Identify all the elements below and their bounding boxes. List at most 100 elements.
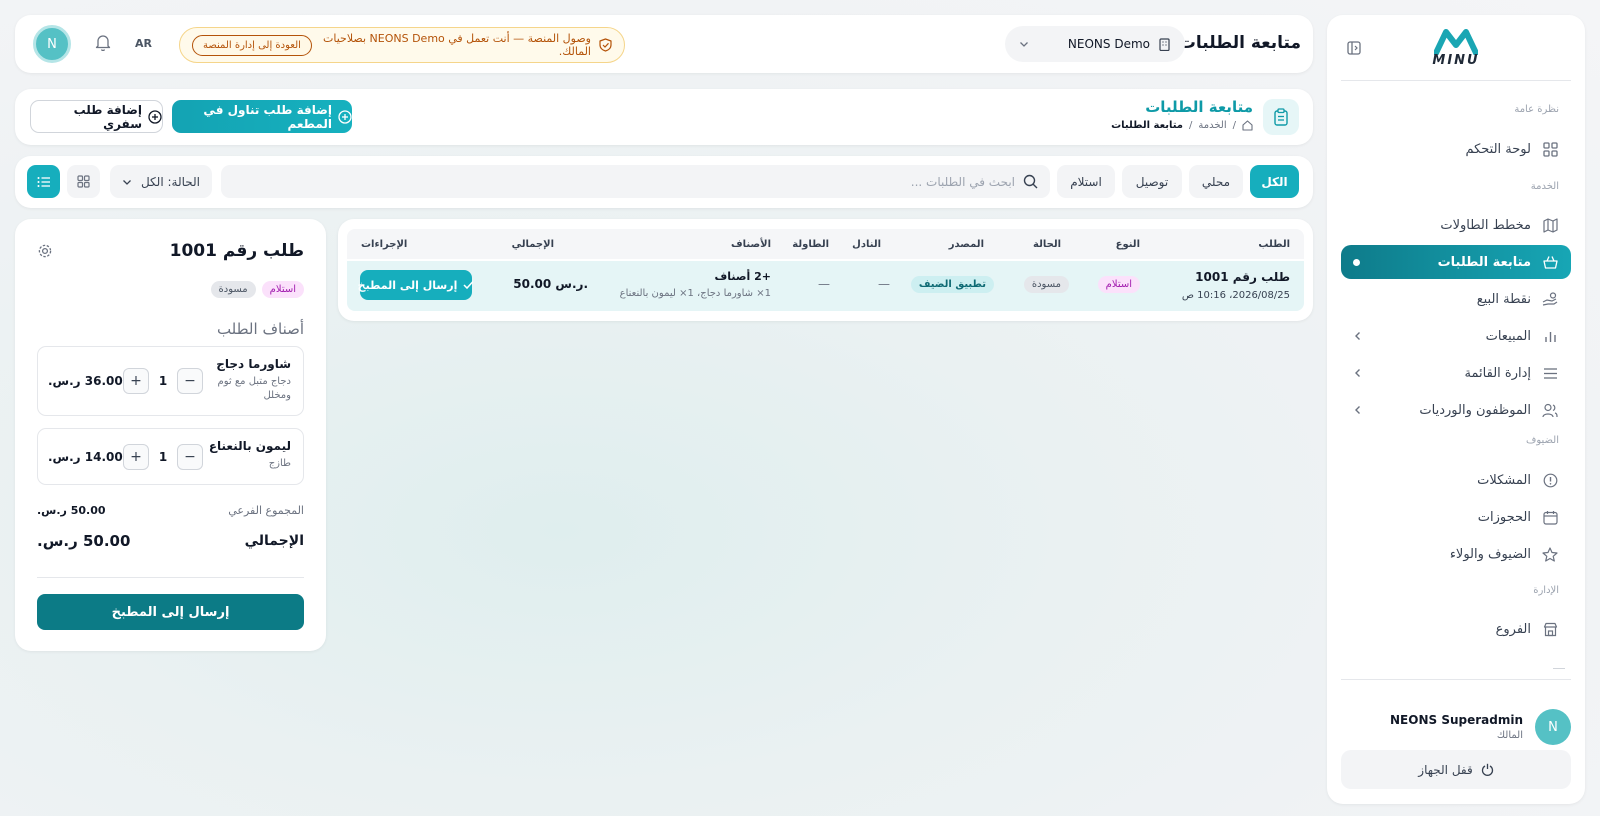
back-to-platform-button[interactable]: العودة إلى إدارة المنصة xyxy=(192,34,312,56)
subtotal-label: المجموع الفرعي xyxy=(228,504,304,517)
store-icon xyxy=(1541,620,1559,638)
sidebar-item-staff-shifts[interactable]: الموظفون والورديات xyxy=(1341,393,1571,427)
increase-quantity-button[interactable]: + xyxy=(123,368,149,394)
sidebar-item-pos[interactable]: نقطة البيع xyxy=(1341,282,1571,316)
type-badge: استلام xyxy=(1097,276,1140,293)
lock-device-button[interactable]: قفل الجهاز xyxy=(1341,750,1571,789)
sidebar-item-label: الحجوزات xyxy=(1477,509,1531,525)
sidebar-item-dashboard[interactable]: لوحة التحكم xyxy=(1341,132,1571,166)
column-header-actions: الإجراءات xyxy=(361,239,408,250)
sidebar-item-issues[interactable]: المشكلات xyxy=(1341,463,1571,497)
item-description: طازج xyxy=(268,458,291,469)
subtotal-row: المجموع الفرعي 50.00 ر.س. xyxy=(37,504,304,517)
sidebar-item-label: الضيوف والولاء xyxy=(1449,546,1531,562)
total-row: الإجمالي 50.00 ر.س. xyxy=(37,532,304,550)
tab-local[interactable]: محلي xyxy=(1189,165,1243,198)
breadcrumb-service[interactable]: الخدمة xyxy=(1198,120,1226,131)
order-number: طلب رقم 1001 xyxy=(1195,270,1290,284)
column-header-type: النوع xyxy=(1115,239,1140,250)
item-description: دجاج متبل مع ثوم ومخلل xyxy=(217,376,291,401)
lock-device-label: قفل الجهاز xyxy=(1418,762,1473,777)
items-count: +2 أصناف xyxy=(714,270,771,283)
tab-pickup[interactable]: استلام xyxy=(1057,165,1115,198)
section-title: متابعة الطلبات xyxy=(1145,98,1253,116)
sidebar-item-reservations[interactable]: الحجوزات xyxy=(1341,500,1571,534)
top-bar: متابعة الطلبات NEONS Demo وصول المنصة — … xyxy=(15,15,1313,73)
order-detail-panel: طلب رقم 1001 استلام مسودة أصناف الطلب شا… xyxy=(15,219,326,651)
send-to-kitchen-button[interactable]: إرسال إلى المطبخ xyxy=(37,594,304,630)
logo-text: MINU xyxy=(1432,53,1480,68)
order-items-heading: أصناف الطلب xyxy=(216,320,304,338)
section-guests: الضيوف xyxy=(1525,435,1559,446)
chevron-left-icon xyxy=(1353,331,1363,341)
sidebar-item-label: الموظفون والورديات xyxy=(1419,402,1531,418)
avatar[interactable]: N xyxy=(33,25,71,63)
divider xyxy=(1341,679,1571,680)
column-header-table: الطاولة xyxy=(792,239,829,250)
sidebar-item-menu-management[interactable]: إدارة القائمة xyxy=(1341,356,1571,390)
filter-bar: الكل محلي توصيل استلام ابحث في الطلبات .… xyxy=(15,156,1313,208)
grid-view-button[interactable] xyxy=(67,165,100,198)
platform-access-banner: وصول المنصة — أنت تعمل في NEONS Demo بصل… xyxy=(179,27,625,63)
tab-delivery[interactable]: توصيل xyxy=(1122,165,1182,198)
shield-check-icon xyxy=(599,38,612,52)
clipboard-icon xyxy=(1263,99,1299,135)
add-takeaway-order-button[interactable]: إضافة طلب سفري xyxy=(30,100,163,133)
alert-icon xyxy=(1541,471,1559,489)
breadcrumb-separator: / xyxy=(1232,120,1236,131)
home-icon[interactable] xyxy=(1242,120,1253,131)
order-datetime: 2026/08/25، 10:16 ص xyxy=(1181,290,1290,301)
send-to-kitchen-button[interactable]: إرسال إلى المطبخ xyxy=(358,270,474,300)
column-header-source: المصدر xyxy=(948,239,984,250)
decrease-quantity-button[interactable]: − xyxy=(177,443,203,470)
branch-selector[interactable]: NEONS Demo xyxy=(1005,26,1185,62)
sidebar-item-label: المشكلات xyxy=(1477,472,1531,488)
breadcrumb-current: متابعة الطلبات xyxy=(1111,120,1183,131)
search-input[interactable]: ابحث في الطلبات ... xyxy=(221,165,1050,198)
page-title: متابعة الطلبات xyxy=(1178,33,1301,53)
row-actions: إرسال إلى المطبخ xyxy=(358,270,474,300)
waiter-value: — xyxy=(878,277,890,291)
sidebar-item-label: إدارة القائمة xyxy=(1464,365,1531,381)
plus-circle-icon xyxy=(148,109,162,124)
column-header-items: الأصناف xyxy=(731,239,771,250)
orders-table: الطلب النوع الحالة المصدر النادل الطاولة… xyxy=(338,219,1313,321)
add-dine-in-order-button[interactable]: إضافة طلب تناول في المطعم xyxy=(172,100,352,133)
user-profile[interactable]: N NEONS Superadmin المالك xyxy=(1347,702,1571,752)
search-placeholder: ابحث في الطلبات ... xyxy=(910,174,1015,189)
basket-icon xyxy=(1541,253,1559,271)
divider xyxy=(1341,80,1571,81)
add-dine-in-label: إضافة طلب تناول في المطعم xyxy=(203,102,332,131)
sidebar-item-order-tracking[interactable]: متابعة الطلبات xyxy=(1341,245,1571,279)
items-detail: 1× شاورما دجاج، 1× ليمون بالنعناع xyxy=(619,288,771,299)
order-badges: استلام مسودة xyxy=(210,281,304,298)
status-badge: مسودة xyxy=(1023,276,1069,293)
sidebar-item-label: مخطط الطاولات xyxy=(1440,217,1531,233)
column-header-total: الإجمالي xyxy=(511,239,554,250)
list-view-button[interactable] xyxy=(27,165,60,198)
increase-quantity-button[interactable]: + xyxy=(123,443,149,470)
user-name: NEONS Superadmin xyxy=(1390,713,1523,727)
chevron-down-icon xyxy=(1019,39,1029,49)
power-icon xyxy=(1481,763,1494,776)
collapse-sidebar-icon[interactable] xyxy=(1347,41,1361,55)
user-role: المالك xyxy=(1496,730,1523,741)
gear-icon[interactable] xyxy=(37,243,53,259)
order-total: 50.00 ر.س. xyxy=(513,277,588,291)
page-header: متابعة الطلبات / الخدمة / متابعة الطلبات… xyxy=(15,89,1313,145)
table-row[interactable]: طلب رقم 1001 2026/08/25، 10:16 ص استلام … xyxy=(347,261,1304,311)
tab-all[interactable]: الكل xyxy=(1250,165,1299,198)
column-header-waiter: النادل xyxy=(852,239,881,250)
sidebar-item-guests-loyalty[interactable]: الضيوف والولاء xyxy=(1341,537,1571,571)
language-switch[interactable]: AR xyxy=(135,37,152,50)
sidebar-item-branches[interactable]: الفروع xyxy=(1341,612,1571,646)
decrease-quantity-button[interactable]: − xyxy=(177,368,203,394)
sidebar-item-table-plan[interactable]: مخطط الطاولات xyxy=(1341,208,1571,242)
bell-icon[interactable] xyxy=(95,34,111,51)
sidebar-item-label: المبيعات xyxy=(1485,328,1531,344)
sidebar-item-sales[interactable]: المبيعات xyxy=(1341,319,1571,353)
quantity-value: 1 xyxy=(158,374,168,388)
total-label: الإجمالي xyxy=(244,533,304,549)
status-filter[interactable]: الحالة: الكل xyxy=(110,165,212,198)
order-title: طلب رقم 1001 xyxy=(169,241,304,261)
